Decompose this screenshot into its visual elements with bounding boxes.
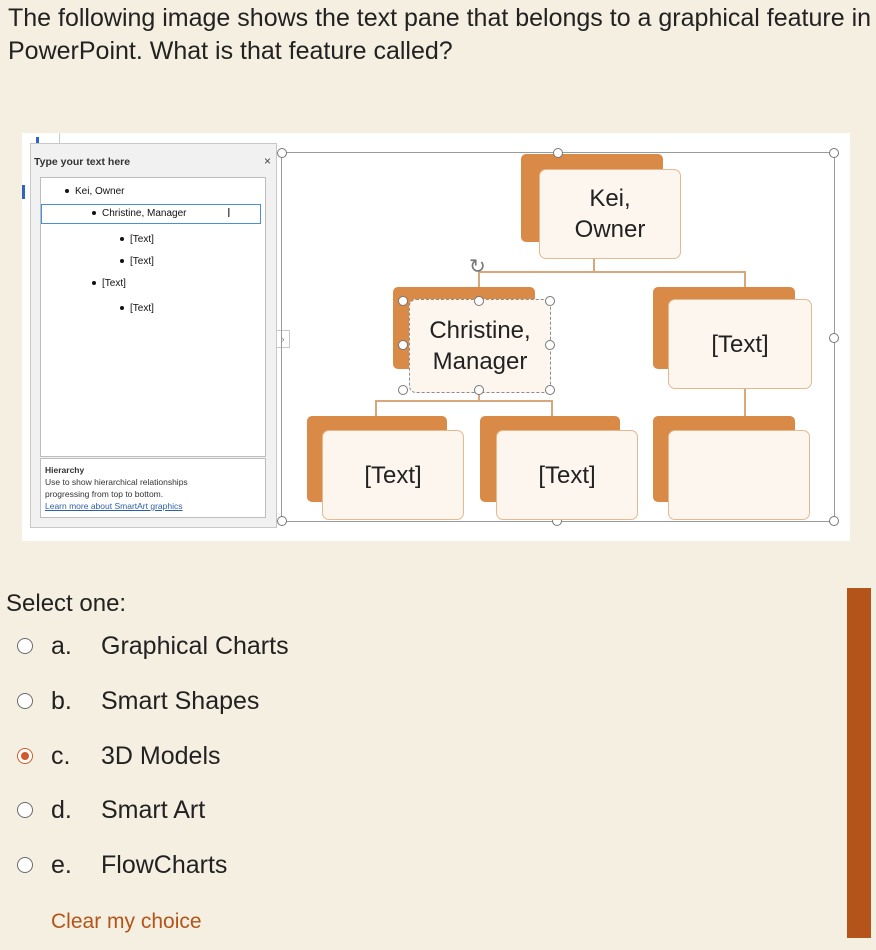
learn-more-link[interactable]: Learn more about SmartArt graphics (45, 500, 265, 512)
resize-handle[interactable] (277, 516, 287, 526)
rotate-handle-icon[interactable]: ↻ (469, 254, 486, 279)
resize-handle[interactable] (474, 296, 484, 306)
org-box-text[interactable]: [Text] (322, 430, 464, 520)
radio-button[interactable] (17, 857, 33, 873)
org-box-manager[interactable]: Christine, Manager (409, 299, 551, 393)
option-letter: d. (51, 795, 72, 824)
option-label[interactable]: Graphical Charts (101, 632, 289, 661)
connector-line (478, 271, 745, 273)
blue-marker (22, 185, 25, 199)
resize-handle[interactable] (474, 385, 484, 395)
connector-line (375, 400, 552, 402)
connector-line (744, 271, 746, 287)
radio-button[interactable] (17, 638, 33, 654)
text-cursor-icon: I (227, 205, 231, 220)
layout-desc-line: progressing from top to bottom. (45, 489, 164, 499)
org-box-owner[interactable]: Kei, Owner (539, 169, 681, 259)
radio-button[interactable] (17, 802, 33, 818)
option-letter: e. (51, 850, 72, 879)
question-text: The following image shows the text pane … (8, 4, 872, 65)
option-letter: c. (51, 741, 71, 770)
list-item[interactable]: [Text] (120, 234, 154, 245)
layout-desc-line: Use to show hierarchical relationships (45, 477, 188, 487)
option-e[interactable]: e. FlowCharts (17, 847, 227, 883)
bullet-icon (120, 237, 124, 242)
option-letter: a. (51, 631, 72, 660)
text-pane-title: Type your text here (34, 156, 131, 168)
resize-handle[interactable] (545, 385, 555, 395)
option-d[interactable]: d. Smart Art (17, 792, 205, 828)
bullet-icon (120, 259, 124, 264)
resize-handle[interactable] (398, 385, 408, 395)
option-a[interactable]: a. Graphical Charts (17, 628, 289, 664)
bullet-icon (120, 306, 124, 311)
list-item[interactable]: Kei, Owner (65, 186, 124, 197)
resize-handle[interactable] (545, 340, 555, 350)
side-accent-bar (847, 588, 871, 938)
resize-handle[interactable] (398, 296, 408, 306)
bullet-icon (92, 281, 96, 286)
org-box-empty[interactable] (668, 430, 810, 520)
connector-line (375, 400, 377, 416)
resize-handle[interactable] (398, 340, 408, 350)
option-label[interactable]: 3D Models (101, 742, 221, 771)
connector-line (551, 400, 553, 416)
option-label[interactable]: Smart Shapes (101, 687, 259, 716)
resize-handle[interactable] (829, 148, 839, 158)
ruler-line (59, 133, 60, 143)
powerpoint-screenshot: Type your text here × Kei, Owner Christi… (22, 133, 850, 541)
bullet-icon (65, 189, 69, 194)
select-one-label: Select one: (6, 590, 127, 617)
option-label[interactable]: FlowCharts (101, 851, 227, 880)
resize-handle[interactable] (829, 333, 839, 343)
option-b[interactable]: b. Smart Shapes (17, 683, 259, 719)
option-label[interactable]: Smart Art (101, 796, 205, 825)
option-letter: b. (51, 686, 72, 715)
resize-handle[interactable] (553, 148, 563, 158)
list-item[interactable]: [Text] (120, 303, 154, 314)
layout-description: Hierarchy Use to show hierarchical relat… (40, 458, 266, 518)
layout-name: Hierarchy (45, 465, 85, 475)
org-box-text[interactable]: [Text] (668, 299, 812, 389)
bullet-icon (92, 211, 96, 216)
list-item[interactable]: [Text] (120, 256, 154, 267)
resize-handle[interactable] (277, 148, 287, 158)
resize-handle[interactable] (545, 296, 555, 306)
list-item[interactable]: [Text] (92, 278, 126, 289)
resize-handle[interactable] (829, 516, 839, 526)
org-box-text[interactable]: [Text] (496, 430, 638, 520)
radio-button-checked[interactable] (17, 748, 33, 764)
radio-button[interactable] (17, 693, 33, 709)
option-c[interactable]: c. 3D Models (17, 738, 221, 774)
text-pane-list[interactable]: Kei, Owner Christine, Manager I [Text] [… (40, 177, 266, 457)
close-icon[interactable]: × (264, 154, 271, 168)
clear-choice-link[interactable]: Clear my choice (51, 910, 202, 934)
smartart-text-pane: Type your text here × Kei, Owner Christi… (30, 143, 277, 528)
